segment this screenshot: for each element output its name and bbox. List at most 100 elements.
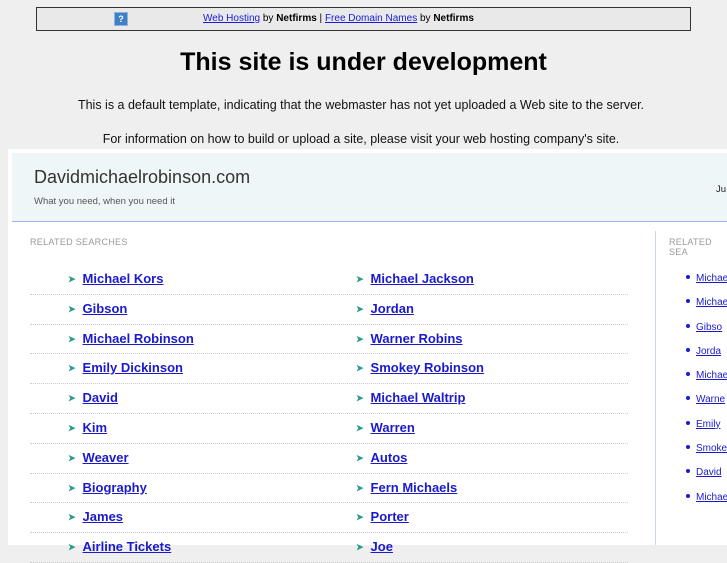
netfirms-brand: Netfirms bbox=[433, 13, 474, 24]
netfirms-brand: Netfirms bbox=[276, 13, 317, 24]
related-search-link[interactable]: ➤ Gibson bbox=[68, 301, 127, 316]
related-search-link[interactable]: ➤ Jordan bbox=[356, 301, 414, 316]
link-label: Warren bbox=[370, 419, 415, 435]
list-item: Michae bbox=[686, 370, 727, 394]
link-label: Joe bbox=[370, 539, 393, 555]
link-label: Airline Tickets bbox=[82, 539, 172, 555]
arrow-icon: ➤ bbox=[68, 303, 76, 314]
link-label: Kim bbox=[82, 419, 108, 435]
bullet-icon bbox=[686, 420, 690, 425]
link-label: James bbox=[82, 509, 124, 525]
list-item: Emily bbox=[686, 419, 727, 443]
related-search-link[interactable]: ➤ Autos bbox=[356, 450, 407, 465]
related-search-link[interactable]: ➤ Biography bbox=[68, 480, 147, 495]
table-row: ➤ David ➤ Michael Waltrip bbox=[30, 384, 628, 414]
sidebar-search-link[interactable]: Jorda bbox=[696, 346, 721, 357]
related-search-link[interactable]: ➤ James bbox=[68, 509, 123, 524]
arrow-icon: ➤ bbox=[68, 482, 76, 493]
sidebar-search-link[interactable]: Michae bbox=[696, 273, 727, 284]
by-text: by bbox=[260, 13, 277, 24]
arrow-icon: ➤ bbox=[68, 393, 76, 404]
link-label: Michael Jackson bbox=[370, 271, 474, 286]
help-icon[interactable]: ? bbox=[114, 12, 128, 26]
bullet-icon bbox=[686, 372, 690, 377]
arrow-icon: ➤ bbox=[356, 422, 364, 433]
site-header: Davidmichaelrobinson.com What you need, … bbox=[12, 153, 727, 222]
list-item: Warne bbox=[686, 394, 727, 418]
related-search-link[interactable]: ➤ Kim bbox=[68, 420, 107, 435]
related-search-link[interactable]: ➤ Airline Tickets bbox=[68, 539, 171, 554]
arrow-icon: ➤ bbox=[356, 274, 364, 284]
related-search-link[interactable]: ➤ Emily Dickinson bbox=[68, 360, 183, 375]
table-row: ➤ Kim ➤ Warren bbox=[30, 414, 628, 444]
site-name: Davidmichaelrobinson.com bbox=[34, 167, 251, 187]
related-search-link[interactable]: ➤ David bbox=[68, 390, 118, 405]
site-tagline: What you need, when you need it bbox=[34, 196, 176, 207]
list-item: Michae bbox=[686, 492, 727, 516]
list-item: Gibso bbox=[686, 322, 727, 346]
bullet-icon bbox=[686, 299, 690, 304]
free-domain-names-link[interactable]: Free Domain Names bbox=[325, 13, 417, 24]
arrow-icon: ➤ bbox=[356, 303, 364, 314]
web-hosting-link[interactable]: Web Hosting bbox=[203, 13, 260, 24]
related-search-link[interactable]: ➤ Smokey Robinson bbox=[356, 360, 484, 375]
sidebar-related-list: Michae Michae Gibso Jorda Michae Warne Emily Sm… bbox=[686, 273, 727, 516]
arrow-icon: ➤ bbox=[68, 333, 76, 344]
link-label: Weaver bbox=[82, 449, 129, 465]
sidebar-related-label: RELATED SEA bbox=[669, 237, 712, 257]
arrow-icon: ➤ bbox=[356, 512, 364, 523]
related-search-link[interactable]: ➤ Warner Robins bbox=[356, 331, 463, 346]
sidebar-search-link[interactable]: Michae bbox=[696, 492, 727, 503]
bullet-icon bbox=[686, 347, 690, 352]
sidebar-search-link[interactable]: Warne bbox=[696, 394, 725, 405]
page-title: This site is under development bbox=[180, 48, 547, 76]
related-search-link[interactable]: ➤ Joe bbox=[356, 539, 393, 554]
link-label: Jordan bbox=[370, 300, 414, 316]
by-text: by bbox=[417, 13, 434, 24]
related-search-link[interactable]: ➤ Porter bbox=[356, 509, 409, 524]
related-search-link[interactable]: ➤ Michael Robinson bbox=[68, 331, 194, 346]
parked-page-frame: Davidmichaelrobinson.com What you need, … bbox=[8, 149, 727, 563]
list-item: Michae bbox=[686, 297, 727, 321]
related-search-link[interactable]: ➤ Fern Michaels bbox=[356, 480, 457, 495]
arrow-icon: ➤ bbox=[356, 333, 364, 344]
link-label: Porter bbox=[370, 509, 409, 525]
table-row: ➤ Gibson ➤ Jordan bbox=[30, 295, 628, 325]
info-text-hosting: For information on how to build or uploa… bbox=[102, 132, 620, 146]
related-search-link[interactable]: ➤ Michael Kors bbox=[68, 271, 163, 286]
sidebar-search-link[interactable]: Michae bbox=[696, 370, 727, 381]
table-row: ➤ James ➤ Porter bbox=[30, 503, 628, 534]
table-row: ➤ Biography ➤ Fern Michaels bbox=[30, 474, 628, 504]
related-search-link[interactable]: ➤ Michael Waltrip bbox=[356, 390, 465, 405]
link-label: Michael Kors bbox=[82, 271, 164, 286]
header-right-text: Ju bbox=[716, 184, 727, 195]
link-label: Michael Robinson bbox=[82, 330, 194, 346]
list-item: David bbox=[686, 467, 727, 491]
arrow-icon: ➤ bbox=[356, 452, 364, 463]
sidebar-search-link[interactable]: Michae bbox=[696, 297, 727, 308]
table-row: ➤ Weaver ➤ Autos bbox=[30, 444, 628, 474]
sidebar-search-link[interactable]: Gibso bbox=[696, 322, 722, 333]
link-label: Emily Dickinson bbox=[82, 360, 183, 376]
link-label: Gibson bbox=[82, 300, 128, 316]
arrow-icon: ➤ bbox=[68, 422, 76, 433]
related-search-link[interactable]: ➤ Warren bbox=[356, 420, 415, 435]
sidebar-search-link[interactable]: David bbox=[696, 467, 722, 478]
arrow-icon: ➤ bbox=[68, 363, 76, 374]
link-label: Michael Waltrip bbox=[370, 390, 466, 406]
arrow-icon: ➤ bbox=[356, 363, 364, 374]
related-search-link[interactable]: ➤ Michael Jackson bbox=[356, 271, 474, 286]
sidebar-search-link[interactable]: Smoke bbox=[696, 443, 727, 454]
related-searches-grid: ➤ Michael Kors ➤ Michael Jackson ➤ Gibson ➤ Jor… bbox=[30, 265, 628, 563]
arrow-icon: ➤ bbox=[68, 542, 76, 553]
link-label: Biography bbox=[82, 479, 147, 495]
list-item: Jorda bbox=[686, 346, 727, 370]
arrow-icon: ➤ bbox=[356, 393, 364, 404]
link-label: Fern Michaels bbox=[370, 479, 458, 495]
bullet-icon bbox=[686, 275, 690, 279]
table-row: ➤ Airline Tickets ➤ Joe bbox=[30, 533, 628, 563]
sidebar-search-link[interactable]: Emily bbox=[696, 419, 720, 430]
bullet-icon bbox=[686, 396, 690, 401]
bullet-icon bbox=[686, 493, 690, 498]
related-search-link[interactable]: ➤ Weaver bbox=[68, 450, 129, 465]
